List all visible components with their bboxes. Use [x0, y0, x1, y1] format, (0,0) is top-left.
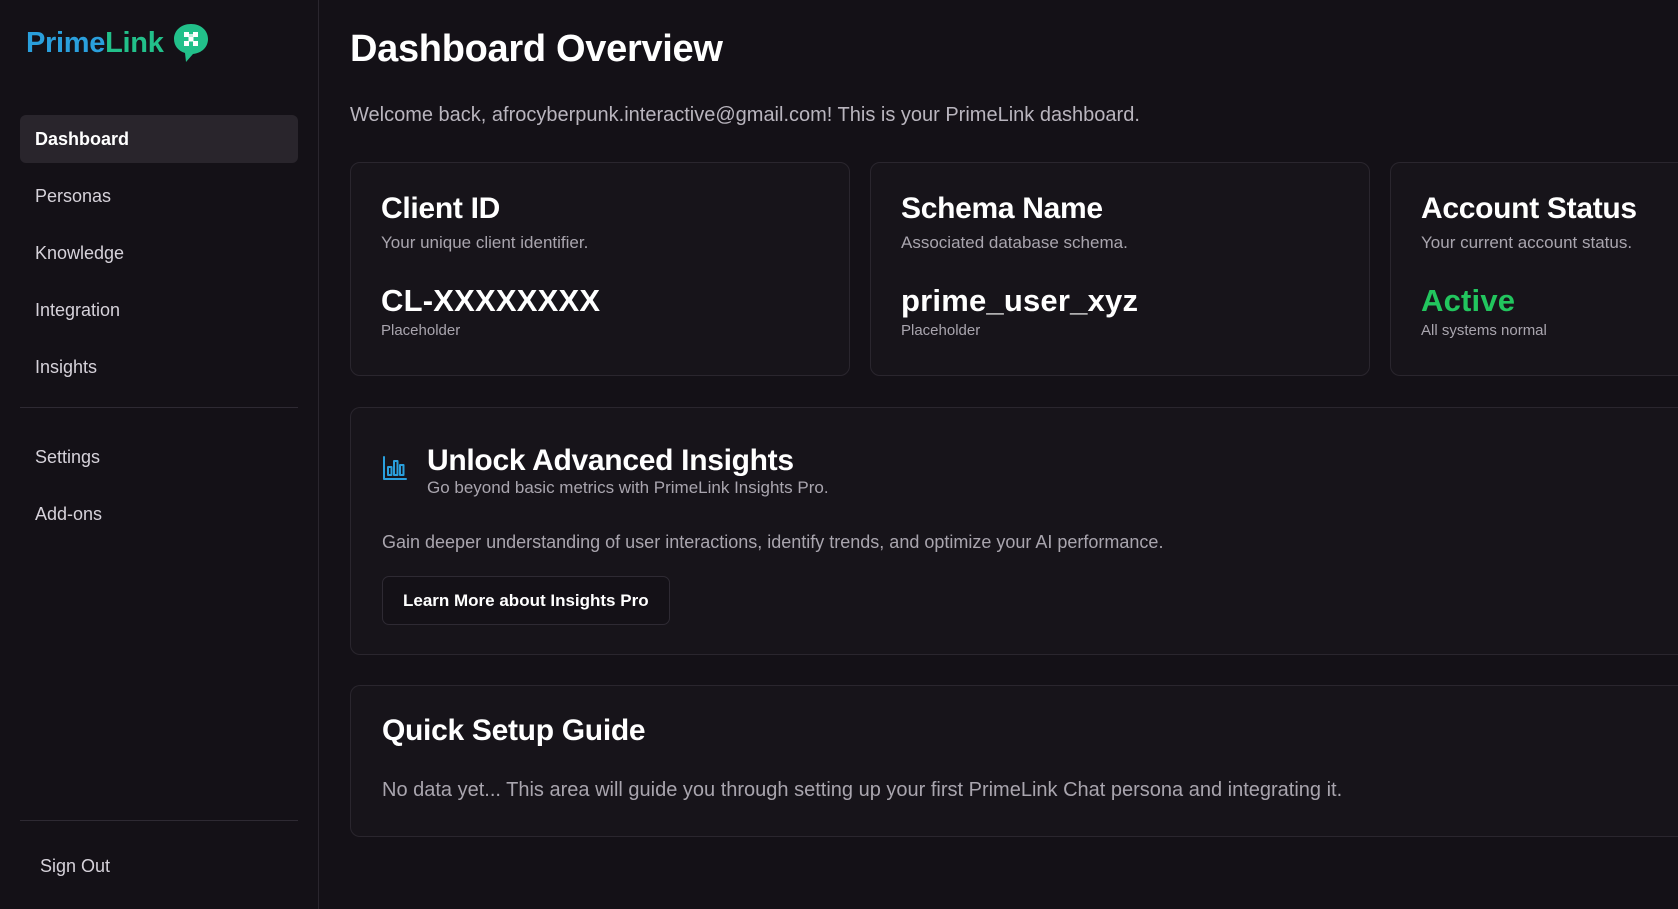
sidebar-divider [20, 407, 298, 408]
sidebar-item-dashboard[interactable]: Dashboard [20, 115, 298, 163]
sidebar-item-integration[interactable]: Integration [20, 286, 298, 334]
card-note: Placeholder [901, 322, 981, 339]
client-id-card: Client ID Your unique client identifier.… [350, 162, 850, 376]
page-title: Dashboard Overview [350, 28, 723, 70]
card-description: Your current account status. [1421, 233, 1633, 252]
learn-more-insights-button[interactable]: Learn More about Insights Pro [382, 576, 670, 625]
card-title: Account Status [1421, 192, 1637, 225]
app-root: PrimeLink Dashboard Personas Knowledge I… [0, 0, 1678, 909]
account-status-value: Active [1421, 283, 1516, 318]
sidebar-item-settings[interactable]: Settings [20, 433, 298, 481]
sidebar-item-label: Settings [35, 446, 101, 467]
insights-body: Gain deeper understanding of user intera… [382, 532, 1164, 552]
sidebar-item-label: Knowledge [35, 242, 125, 263]
brand-logo[interactable]: PrimeLink [26, 22, 210, 64]
chat-bubble-logo-icon [173, 24, 208, 62]
sidebar-item-label: Add-ons [35, 503, 103, 524]
sidebar-bottom-divider [20, 820, 298, 821]
quick-setup-guide-card: Quick Setup Guide No data yet... This ar… [350, 685, 1678, 837]
sidebar-item-label: Integration [35, 299, 121, 320]
sidebar-item-insights[interactable]: Insights [20, 343, 298, 391]
card-note: Placeholder [381, 322, 461, 339]
welcome-message: Welcome back, afrocyberpunk.interactive@… [350, 104, 1140, 126]
card-description: Associated database schema. [901, 233, 1128, 252]
sidebar: PrimeLink Dashboard Personas Knowledge I… [0, 0, 319, 909]
sidebar-item-label: Insights [35, 356, 98, 377]
insights-subtitle: Go beyond basic metrics with PrimeLink I… [427, 478, 829, 497]
card-description: Your unique client identifier. [381, 233, 589, 252]
sidebar-item-label: Dashboard [35, 128, 130, 149]
insights-promo-card: Unlock Advanced Insights Go beyond basic… [350, 407, 1678, 655]
sidebar-item-add-ons[interactable]: Add-ons [20, 490, 298, 538]
schema-name-card: Schema Name Associated database schema. … [870, 162, 1370, 376]
sidebar-nav: Dashboard Personas Knowledge Integration… [20, 115, 298, 547]
card-note: All systems normal [1421, 322, 1547, 339]
brand-name: PrimeLink [26, 26, 164, 59]
guide-body: No data yet... This area will guide you … [382, 779, 1343, 801]
insights-title: Unlock Advanced Insights [427, 444, 794, 477]
sidebar-item-personas[interactable]: Personas [20, 172, 298, 220]
guide-title: Quick Setup Guide [382, 714, 646, 747]
card-title: Client ID [381, 192, 500, 225]
sign-out-button[interactable]: Sign Out [20, 842, 298, 890]
card-title: Schema Name [901, 192, 1103, 225]
sidebar-item-label: Personas [35, 185, 112, 206]
schema-name-value: prime_user_xyz [901, 283, 1139, 318]
client-id-value: CL-XXXXXXXX [381, 283, 601, 318]
sidebar-item-knowledge[interactable]: Knowledge [20, 229, 298, 277]
bar-chart-icon [383, 456, 407, 480]
main-content: Dashboard Overview Welcome back, afrocyb… [320, 0, 1678, 909]
account-status-card: Account Status Your current account stat… [1390, 162, 1678, 376]
